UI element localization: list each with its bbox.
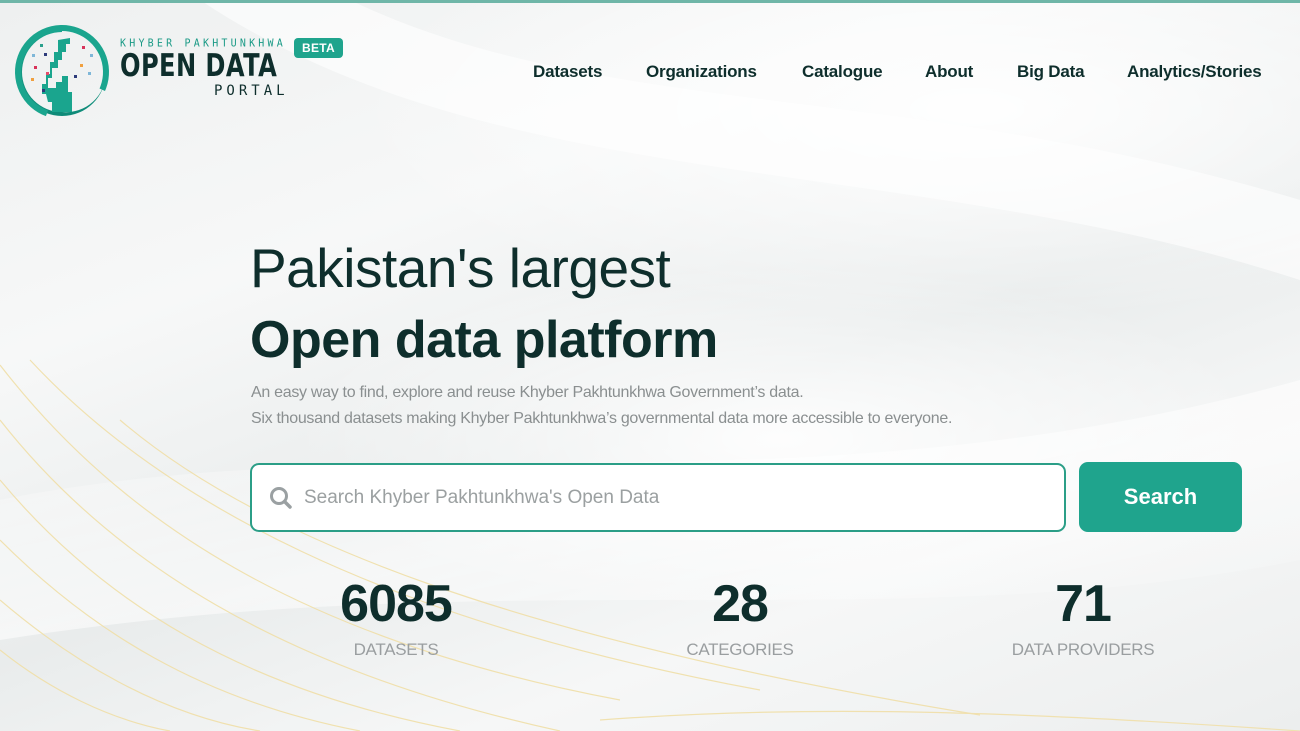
hero-subtitle: An easy way to find, explore and reuse K… [251, 380, 952, 432]
brand-subtitle: PORTAL [214, 83, 289, 99]
stat-datasets-value: 6085 [340, 575, 453, 633]
nav-organizations[interactable]: Organizations [646, 62, 757, 82]
kp-map-circle-logo-icon [15, 25, 109, 119]
hero-subtitle-line1: An easy way to find, explore and reuse K… [251, 384, 804, 401]
stat-datasets: 6085 DATASETS [266, 572, 526, 660]
brand-wordmark: KHYBER PAKHTUNKHWA OPEN DATA PORTAL [120, 37, 322, 99]
site-header: KHYBER PAKHTUNKHWA OPEN DATA PORTAL BETA… [0, 0, 1300, 130]
beta-badge: BETA [294, 38, 343, 58]
nav-catalogue[interactable]: Catalogue [802, 62, 883, 82]
search-input[interactable] [304, 486, 1004, 509]
stat-categories: 28 CATEGORIES [610, 572, 870, 660]
stat-data-providers-value: 71 [1055, 575, 1112, 633]
stat-data-providers-label: DATA PROVIDERS [1011, 640, 1155, 659]
search-field[interactable] [250, 463, 1066, 532]
stat-categories-value: 28 [712, 575, 769, 633]
hero-heading: Pakistan's largest Open data platform [250, 236, 718, 372]
nav-about[interactable]: About [925, 62, 973, 82]
stat-datasets-label: DATASETS [353, 640, 439, 659]
hero-title-line1: Pakistan's largest [250, 237, 671, 299]
hero-subtitle-line2: Six thousand datasets making Khyber Pakh… [251, 410, 953, 427]
top-accent-bar [0, 0, 1300, 3]
nav-analytics-stories[interactable]: Analytics/Stories [1127, 62, 1262, 82]
hero-title-line2: Open data platform [250, 311, 718, 369]
search-button[interactable]: Search [1079, 462, 1242, 532]
search-icon [270, 486, 292, 509]
nav-datasets[interactable]: Datasets [533, 62, 602, 82]
nav-big-data[interactable]: Big Data [1017, 62, 1085, 82]
stat-data-providers: 71 DATA PROVIDERS [953, 572, 1213, 660]
stat-categories-label: CATEGORIES [686, 640, 794, 659]
brand-title: OPEN DATA [120, 48, 278, 84]
